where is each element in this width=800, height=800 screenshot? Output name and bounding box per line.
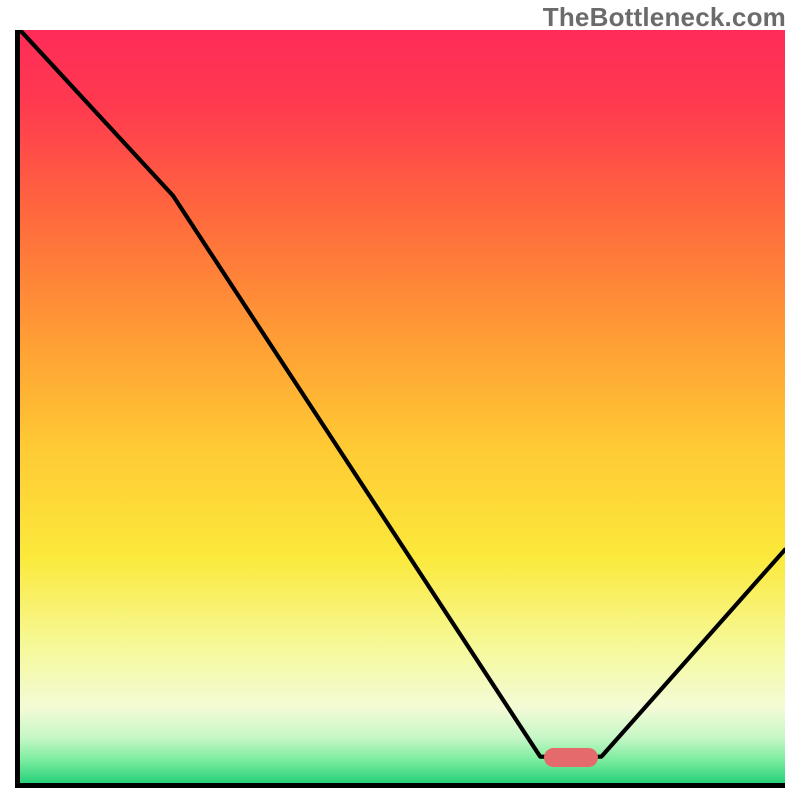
chart-plot-area bbox=[20, 30, 785, 783]
bottleneck-curve bbox=[20, 30, 785, 757]
chart-svg bbox=[20, 30, 785, 783]
optimal-range-marker bbox=[544, 748, 598, 768]
watermark-text: TheBottleneck.com bbox=[543, 2, 786, 33]
chart-frame bbox=[15, 30, 785, 788]
